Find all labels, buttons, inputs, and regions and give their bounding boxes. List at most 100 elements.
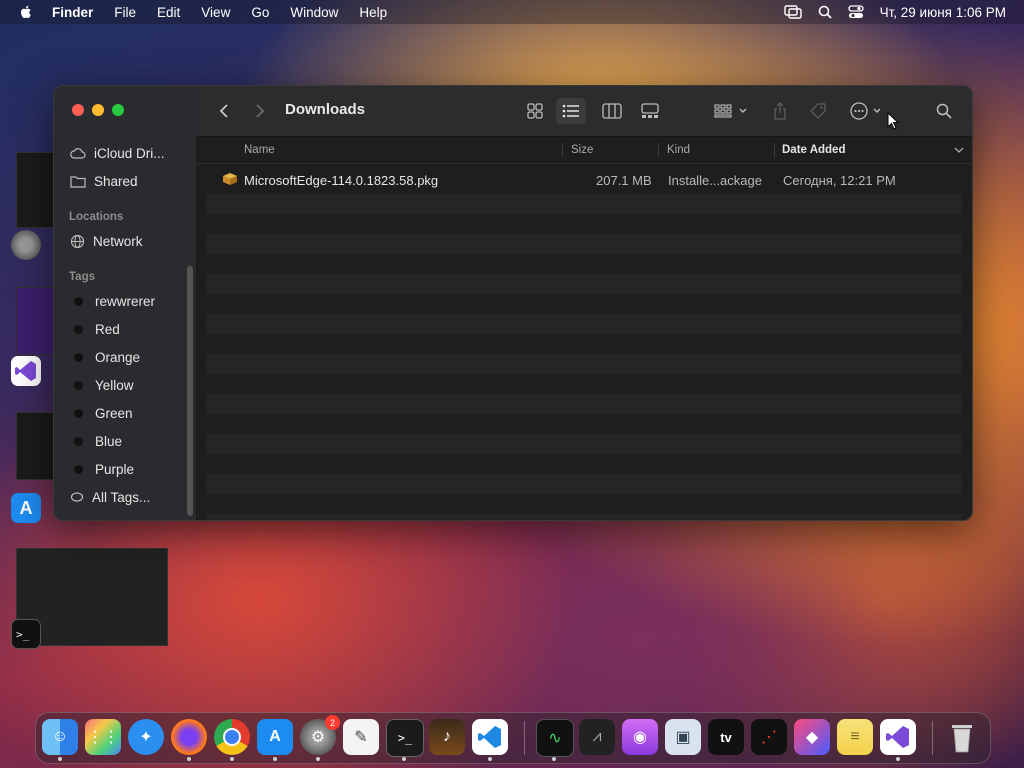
search-icon [936,103,952,119]
dock-divider [524,721,525,755]
column-size[interactable]: Size [571,144,593,156]
column-date-added[interactable]: Date Added [782,144,845,156]
column-view-button[interactable] [600,99,624,123]
vscode-icon[interactable] [472,719,508,755]
share-icon [774,102,786,120]
finder-icon[interactable]: ☺ [42,719,78,755]
chrome-icon[interactable] [214,719,250,755]
activity-monitor-icon[interactable]: ∿ [536,719,574,757]
app-store-app-icon[interactable]: A [11,493,41,523]
sidebar-header-locations: Locations [69,211,124,223]
voice-memos-icon[interactable]: ⋰ [751,719,787,755]
sidebar-tag-orange[interactable]: Orange [70,346,140,368]
screen-mirroring-icon[interactable] [783,5,802,19]
sidebar-tag-blue[interactable]: Blue [70,430,122,452]
minimize-button[interactable] [92,104,104,116]
sidebar-tag-red[interactable]: Red [70,318,120,340]
finder-window: iCloud Dri... Shared Locations Network T… [53,85,973,521]
sort-descending-icon[interactable] [954,147,964,154]
column-name[interactable]: Name [244,144,275,156]
trash-icon[interactable] [944,719,980,755]
list-view-button[interactable] [556,98,586,124]
group-by-button[interactable] [712,99,752,123]
share-button[interactable] [768,99,792,123]
column-divider[interactable] [774,143,775,157]
spotlight-search-icon[interactable] [818,5,832,19]
system-settings-icon[interactable]: ⚙ 2 [300,715,340,755]
column-divider[interactable] [658,143,659,157]
running-indicator [230,757,234,761]
apple-menu-icon[interactable] [18,4,34,20]
tags-button[interactable] [806,99,830,123]
visual-studio-icon[interactable] [880,719,916,755]
notes-icon[interactable]: ≡ [837,719,873,755]
menu-clock[interactable]: Чт, 29 июня 1:06 PM [880,5,1006,20]
sidebar-item-icloud[interactable]: iCloud Dri... [70,142,165,164]
terminal-app-icon[interactable]: >_ [11,619,41,649]
stage-thumb-visual-studio[interactable] [16,287,54,355]
empty-row [206,374,962,394]
menu-window[interactable]: Window [290,5,338,20]
system-settings-app-icon[interactable] [11,230,41,260]
textedit-icon[interactable]: ✎ [343,719,379,755]
empty-row [206,354,962,374]
tag-dot-icon [74,408,83,418]
menu-go[interactable]: Go [251,5,269,20]
file-date-added: Сегодня, 12:21 PM [783,173,896,188]
terminal-icon[interactable]: >_ [386,719,424,757]
visual-studio-app-icon[interactable] [11,356,41,386]
more-actions-button[interactable] [848,99,890,123]
menu-app-name[interactable]: Finder [52,5,93,20]
stocks-icon[interactable]: ⩘ [579,719,615,755]
menu-file[interactable]: File [114,5,136,20]
firefox-icon[interactable] [171,719,207,755]
sidebar-header-tags: Tags [69,271,95,283]
menu-view[interactable]: View [201,5,230,20]
finder-sidebar: iCloud Dri... Shared Locations Network T… [54,86,197,520]
menu-bar: Finder File Edit View Go Window Help Чт,… [0,0,1024,24]
search-button[interactable] [932,99,956,123]
app-store-icon[interactable]: A [257,719,293,755]
preview-icon[interactable]: ▣ [665,719,701,755]
shortcuts-icon[interactable]: ◆ [794,719,830,755]
stage-thumb-editor[interactable] [16,412,54,480]
column-divider[interactable] [562,143,563,157]
stage-thumb-settings[interactable] [16,152,54,228]
menu-help[interactable]: Help [359,5,387,20]
list-view-icon [562,104,579,118]
sidebar-item-shared[interactable]: Shared [70,170,138,192]
sidebar-tag-rewwrerer[interactable]: rewwrerer [70,290,155,312]
gallery-view-button[interactable] [638,99,662,123]
file-size: 207.1 MB [596,173,652,188]
window-title: Downloads [285,101,366,118]
sidebar-tag-purple[interactable]: Purple [70,458,134,480]
file-row[interactable]: MicrosoftEdge-114.0.1823.58.pkg 207.1 MB… [206,166,962,194]
apple-tv-icon[interactable]: tv [708,719,744,755]
sidebar-tag-green[interactable]: Green [70,402,133,424]
empty-row [206,514,962,520]
window-controls [72,104,124,116]
empty-row [206,494,962,514]
notification-badge: 2 [325,715,340,730]
empty-row [206,234,962,254]
icon-view-button[interactable] [523,99,547,123]
sidebar-all-tags[interactable]: All Tags... [70,486,150,508]
launchpad-icon[interactable]: ⋮⋮ [85,719,121,755]
column-kind[interactable]: Kind [667,144,690,156]
control-center-icon[interactable] [847,5,864,19]
garageband-icon[interactable]: ♪ [429,719,465,755]
safari-icon[interactable]: ✦ [128,719,164,755]
sidebar-scrollbar[interactable] [187,266,193,516]
zoom-button[interactable] [112,104,124,116]
empty-row [206,474,962,494]
close-button[interactable] [72,104,84,116]
menu-edit[interactable]: Edit [157,5,180,20]
forward-button[interactable] [248,99,272,123]
tag-dot-icon [74,352,83,362]
globe-icon [70,234,85,248]
sidebar-item-network[interactable]: Network [70,230,143,252]
podcasts-icon[interactable]: ◉ [622,719,658,755]
back-button[interactable] [212,99,236,123]
sidebar-tag-yellow[interactable]: Yellow [70,374,134,396]
column-view-icon [602,103,622,119]
